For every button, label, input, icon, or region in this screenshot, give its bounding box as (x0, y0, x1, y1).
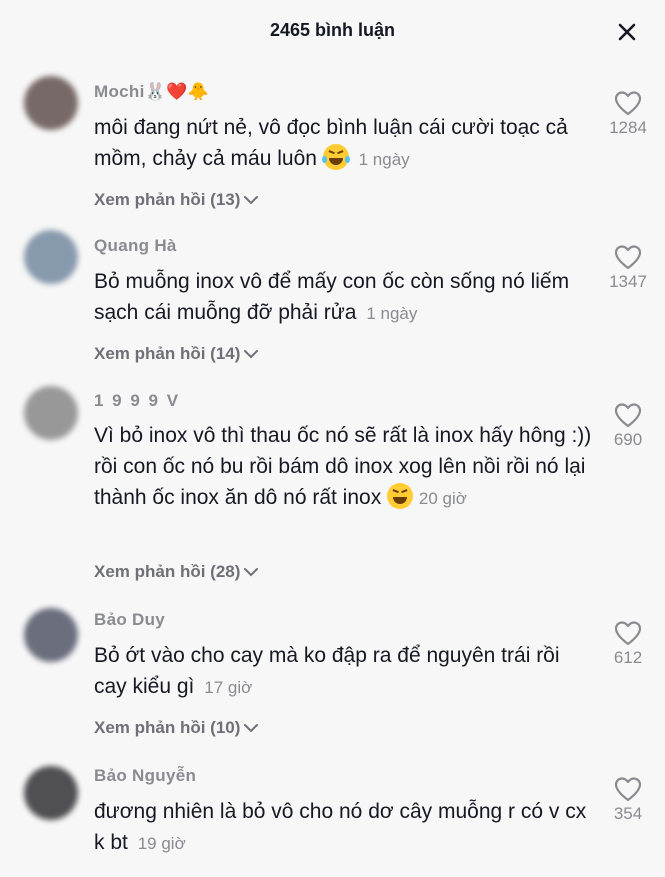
like-block: 1284 (600, 90, 656, 138)
comment-count-title: 2465 bình luận (269, 20, 396, 40)
comment-text: Bỏ ớt vào cho cay mà ko đập ra để nguyên… (94, 644, 560, 698)
comment-text: môi đang nứt nẻ, vô đọc bình luận cái cư… (94, 116, 568, 170)
avatar[interactable] (24, 386, 78, 440)
like-count: 1347 (609, 272, 647, 291)
view-replies-button[interactable]: Xem phản hồi (14) (94, 344, 260, 364)
name-emojis: 🐰❤️🐥 (144, 82, 210, 101)
chevron-down-icon (244, 196, 259, 205)
comment-text: Vì bỏ inox vô thì thau ốc nó sẽ rất là i… (94, 424, 592, 509)
comment-item: Bảo Nguyễn đương nhiên là bỏ vô cho nó d… (0, 758, 665, 877)
comment-username[interactable]: 1 9 9 9 V (94, 391, 180, 411)
heart-icon[interactable] (614, 244, 642, 270)
heart-icon[interactable] (614, 402, 642, 428)
comment-username[interactable]: Quang Hà (94, 236, 177, 256)
comment-username[interactable]: Bảo Nguyễn (94, 766, 196, 786)
laughing-tears-emoji-icon (321, 144, 350, 170)
avatar[interactable] (24, 76, 78, 130)
comment-time: 17 giờ (204, 678, 253, 697)
comment-time: 1 ngày (358, 150, 410, 169)
comment-username[interactable]: Bảo Duy (94, 610, 165, 630)
comment-text: đương nhiên là bỏ vô cho nó dơ cây muỗng… (94, 800, 587, 854)
like-count: 354 (613, 804, 643, 823)
heart-icon[interactable] (614, 90, 642, 116)
chevron-down-icon (244, 724, 259, 733)
like-count: 690 (613, 430, 643, 449)
view-replies-button[interactable]: Xem phản hồi (28) (94, 562, 260, 582)
comment-time: 20 giờ (418, 489, 467, 508)
comment-time: 19 giờ (137, 834, 186, 853)
like-count: 612 (613, 648, 643, 667)
comment-text: Bỏ muỗng inox vô để mấy con ốc còn sống … (94, 270, 570, 324)
close-icon[interactable] (615, 20, 639, 44)
view-replies-button[interactable]: Xem phản hồi (10) (94, 718, 260, 738)
comments-header: 2465 bình luận (0, 0, 665, 64)
avatar[interactable] (24, 608, 78, 662)
comment-item: Bảo Duy Bỏ ớt vào cho cay mà ko đập ra đ… (0, 602, 665, 752)
comment-username[interactable]: Mochi🐰❤️🐥 (94, 82, 209, 102)
heart-icon[interactable] (614, 620, 642, 646)
like-block: 1347 (600, 244, 656, 292)
avatar[interactable] (24, 230, 78, 284)
comment-item: Mochi🐰❤️🐥 môi đang nứt nẻ, vô đọc bình l… (0, 74, 665, 224)
like-block: 612 (600, 620, 656, 668)
like-block: 354 (600, 776, 656, 824)
grinning-squint-emoji-icon (387, 483, 414, 509)
chevron-down-icon (244, 568, 259, 577)
avatar[interactable] (24, 766, 78, 820)
like-block: 690 (600, 402, 656, 450)
view-replies-button[interactable]: Xem phản hồi (13) (94, 190, 260, 210)
comment-time: 1 ngày (366, 304, 418, 323)
heart-icon[interactable] (614, 776, 642, 802)
like-count: 1284 (609, 118, 647, 137)
comment-item: Quang Hà Bỏ muỗng inox vô để mấy con ốc … (0, 228, 665, 378)
comment-item: 1 9 9 9 V Vì bỏ inox vô thì thau ốc nó s… (0, 382, 665, 592)
chevron-down-icon (244, 350, 259, 359)
